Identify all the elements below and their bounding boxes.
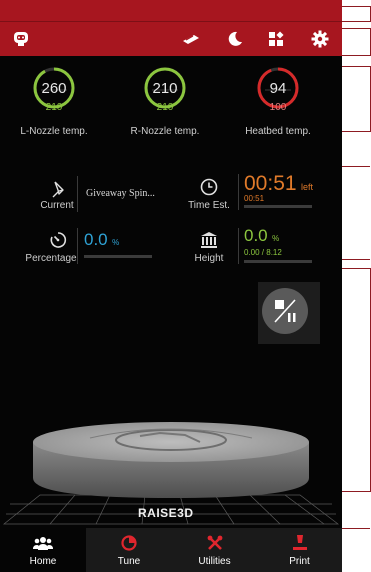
brand-logo: RAISE3D [138,506,194,520]
nav-utilities[interactable]: Utilities [172,528,257,572]
percentage-value: 0.0 [84,230,108,249]
percentage-value-row: 0.0 % [84,230,119,250]
time-suffix: left [301,182,314,192]
clock-icon [198,176,220,198]
height-unit: % [272,234,280,243]
l-nozzle-gauge[interactable]: 260 210 L-Nozzle temp. [4,66,104,146]
heatbed-current: 94 [269,80,287,97]
annotation-bracket [342,28,371,56]
printer-screen: 260 210 L-Nozzle temp. 210 210 R-Nozzle … [0,0,342,572]
bottom-nav: Home Tune Utilities Print [0,528,342,572]
status-strip [0,0,342,21]
nav-home[interactable]: Home [0,528,86,572]
heatbed-label: Heatbed temp. [245,126,311,137]
annotation-bracket [342,66,371,132]
annotation-line [342,528,370,529]
time-est-label: Time Est. [188,200,230,211]
height-value: 0.0 [244,226,268,245]
percentage-unit: % [112,238,120,247]
annotation-line [342,166,370,167]
bank-icon [198,229,220,251]
height-sub: 0.00 / 8.12 [244,248,282,257]
r-nozzle-gauge[interactable]: 210 210 R-Nozzle temp. [115,66,215,146]
time-value: 00:51 [244,172,297,195]
utilities-icon [205,534,225,552]
tune-icon [119,534,139,552]
time-sub: 00:51 [244,194,265,203]
height-value-row: 0.0 % [244,226,279,246]
height-label: Height [194,253,224,264]
apps-icon[interactable] [265,28,287,50]
print-icon [290,534,310,552]
time-progress-fill [244,205,312,208]
divider [238,174,239,210]
time-progress-bar [244,205,312,208]
gear-icon[interactable] [309,28,331,50]
r-nozzle-current: 210 [152,80,178,97]
annotation-bracket [342,6,371,22]
l-nozzle-target: 210 [45,102,63,113]
percentage-label: Percentage [25,253,77,264]
moon-icon[interactable] [224,28,246,50]
pin-icon [47,178,69,200]
percentage-bar [84,255,152,258]
time-value-row: 00:51 left [244,172,313,196]
nav-utilities-label: Utilities [198,556,231,567]
annotation-bracket [342,268,371,492]
r-nozzle-target: 210 [156,102,174,113]
l-nozzle-label: L-Nozzle temp. [20,126,88,137]
home-users-icon [33,534,53,552]
top-toolbar [0,21,342,56]
nav-tune-label: Tune [117,556,141,567]
nav-print-label: Print [289,556,310,567]
stop-pause-button[interactable] [258,282,320,344]
divider [77,228,78,264]
current-file-name: Giveaway Spin... [86,188,155,199]
heatbed-target: 100 [269,102,287,113]
nav-home-label: Home [29,556,57,567]
r-nozzle-label: R-Nozzle temp. [130,126,200,137]
divider [77,176,78,212]
stop-pause-icon [262,288,308,334]
nav-tune[interactable]: Tune [86,528,172,572]
heatbed-gauge[interactable]: 94 100 Heatbed temp. [228,66,328,146]
divider [238,228,239,264]
progress-dial-icon [47,229,69,251]
nav-print[interactable]: Print [257,528,342,572]
l-nozzle-current: 260 [41,80,67,97]
annotation-line [342,259,370,260]
height-bar [244,260,312,263]
filament-icon[interactable] [180,28,202,50]
robot-icon[interactable] [10,28,32,50]
